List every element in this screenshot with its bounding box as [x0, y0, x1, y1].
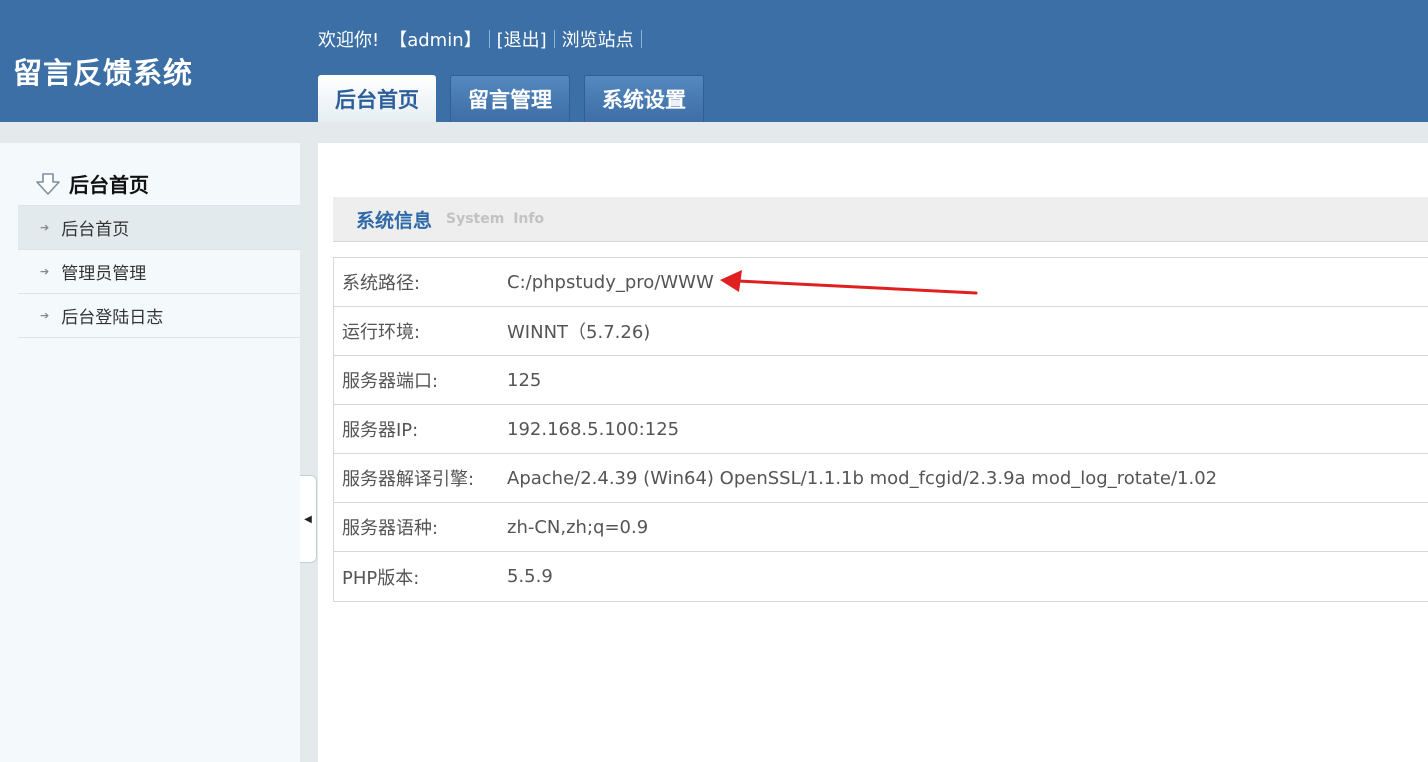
table-row: 服务器语种: zh-CN,zh;q=0.9 — [334, 503, 1428, 552]
row-label: 服务器语种: — [342, 518, 439, 539]
sidebar-item-label: 后台首页 — [61, 220, 130, 240]
current-user: 【admin】 — [389, 30, 482, 51]
sidebar-item-admin-management[interactable]: ➔ 管理员管理 — [18, 250, 300, 294]
main-tabs: 后台首页 留言管理 系统设置 — [318, 75, 718, 122]
sidebar-heading-label: 后台首页 — [69, 173, 149, 197]
top-links-bar: 欢迎你! 【admin】 [退出] 浏览站点 — [318, 26, 649, 52]
sidebar-heading: 后台首页 — [35, 169, 149, 198]
row-value: 192.168.5.100:125 — [507, 418, 680, 440]
section-subtitle: System Info — [446, 211, 545, 227]
row-value: 5.5.9 — [507, 566, 553, 587]
row-value: 125 — [507, 369, 542, 391]
main-content: 系统信息 System Info 系统路径: C:/phpstudy_pro/W… — [318, 143, 1428, 762]
down-arrow-outline-icon — [36, 172, 60, 195]
divider — [488, 30, 490, 48]
right-arrow-icon: ➔ — [40, 309, 50, 322]
header-bottom-band — [0, 122, 1428, 143]
app-title: 留言反馈系统 — [13, 56, 194, 90]
welcome-text: 欢迎你! — [318, 30, 380, 51]
row-label: 运行环境: — [342, 322, 421, 343]
section-title: 系统信息 — [356, 209, 433, 232]
row-label: 系统路径: — [342, 273, 421, 294]
table-row: 服务器解译引擎: Apache/2.4.39 (Win64) OpenSSL/1… — [334, 454, 1428, 503]
row-value: Apache/2.4.39 (Win64) OpenSSL/1.1.1b mod… — [507, 467, 1218, 489]
table-row: PHP版本: 5.5.9 — [334, 552, 1428, 601]
row-value: zh-CN,zh;q=0.9 — [507, 516, 649, 538]
row-value: C:/phpstudy_pro/WWW — [507, 271, 714, 293]
row-label: 服务器解译引擎: — [342, 469, 475, 490]
right-arrow-icon: ➔ — [40, 221, 50, 234]
tab-system-settings[interactable]: 系统设置 — [584, 75, 704, 122]
collapse-sidebar-handle[interactable]: ◀ — [300, 475, 317, 563]
row-label: 服务器端口: — [342, 371, 439, 392]
sidebar-item-dashboard[interactable]: ➔ 后台首页 — [18, 206, 300, 250]
header: 留言反馈系统 欢迎你! 【admin】 [退出] 浏览站点 后台首页 留言管理 … — [0, 0, 1428, 122]
browse-site-link[interactable]: 浏览站点 — [562, 26, 634, 52]
table-row: 运行环境: WINNT（5.7.26) — [334, 307, 1428, 356]
table-row: 系统路径: C:/phpstudy_pro/WWW — [334, 258, 1428, 307]
tab-message-management[interactable]: 留言管理 — [450, 75, 570, 122]
divider — [640, 30, 642, 48]
section-header: 系统信息 System Info — [333, 197, 1428, 242]
table-row: 服务器IP: 192.168.5.100:125 — [334, 405, 1428, 454]
sidebar-splitter — [300, 143, 318, 762]
triangle-left-icon: ◀ — [304, 513, 312, 525]
row-label: PHP版本: — [342, 567, 420, 589]
sidebar-item-label: 管理员管理 — [61, 264, 147, 284]
sidebar-item-login-log[interactable]: ➔ 后台登陆日志 — [18, 294, 300, 338]
table-row: 服务器端口: 125 — [334, 356, 1428, 405]
sidebar: 后台首页 ➔ 后台首页 ➔ 管理员管理 ➔ 后台登陆日志 — [0, 143, 300, 762]
right-arrow-icon: ➔ — [40, 265, 50, 278]
system-info-table: 系统路径: C:/phpstudy_pro/WWW 运行环境: WINNT（5.… — [333, 257, 1428, 602]
divider — [553, 30, 555, 48]
tab-dashboard[interactable]: 后台首页 — [318, 75, 436, 122]
sidebar-item-label: 后台登陆日志 — [61, 308, 164, 328]
sidebar-menu: ➔ 后台首页 ➔ 管理员管理 ➔ 后台登陆日志 — [18, 206, 300, 338]
row-label: 服务器IP: — [342, 420, 419, 441]
row-value: WINNT（5.7.26) — [507, 322, 651, 343]
logout-link[interactable]: [退出] — [497, 26, 547, 52]
